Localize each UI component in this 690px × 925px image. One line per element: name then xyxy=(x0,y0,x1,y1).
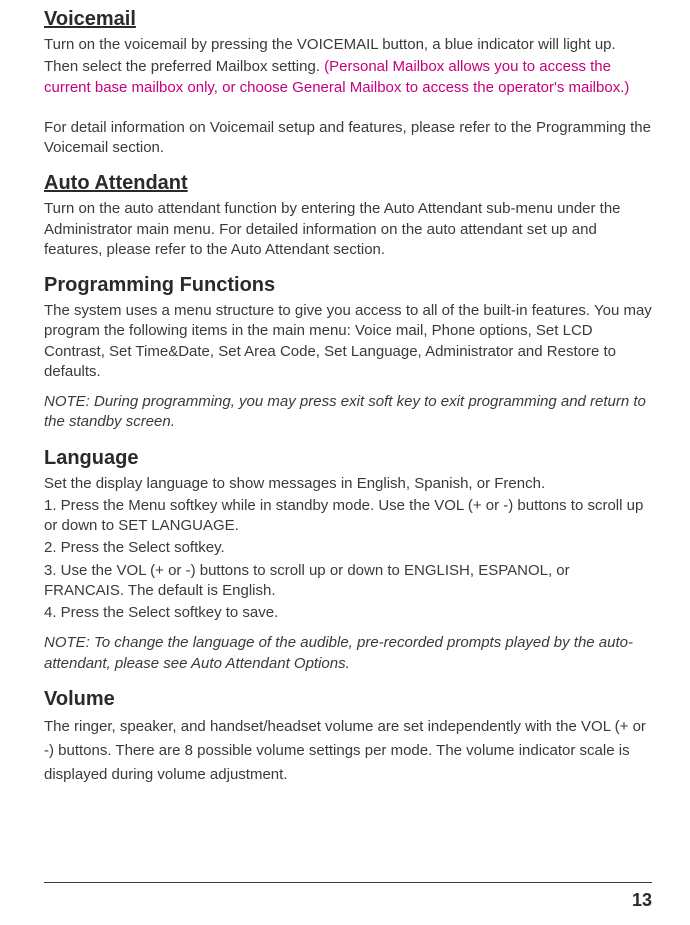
heading-voicemail: Voicemail xyxy=(44,8,652,31)
heading-language: Language xyxy=(44,447,652,470)
heading-programming-functions: Programming Functions xyxy=(44,274,652,297)
auto-attendant-p1: Turn on the auto attendant function by e… xyxy=(44,199,652,260)
language-p1: Set the display language to show message… xyxy=(44,474,652,494)
language-step2: 2. Press the Select softkey. xyxy=(44,538,652,558)
language-note: NOTE: To change the language of the audi… xyxy=(44,633,652,674)
heading-auto-attendant: Auto Attendant xyxy=(44,172,652,195)
programming-note: NOTE: During programming, you may press … xyxy=(44,392,652,433)
voicemail-p2: For detail information on Voicemail setu… xyxy=(44,118,652,159)
footer-divider xyxy=(44,882,652,883)
language-step4: 4. Press the Select softkey to save. xyxy=(44,603,652,623)
heading-volume: Volume xyxy=(44,688,652,711)
voicemail-p1b: Then select the preferred Mailbox settin… xyxy=(44,57,652,98)
voicemail-p1b-plain: Then select the preferred Mailbox settin… xyxy=(44,58,324,75)
language-step1: 1. Press the Menu softkey while in stand… xyxy=(44,496,652,537)
volume-p1: The ringer, speaker, and handset/headset… xyxy=(44,715,652,787)
voicemail-p1a: Turn on the voicemail by pressing the VO… xyxy=(44,35,652,55)
language-step3: 3. Use the VOL (+ or -) buttons to scrol… xyxy=(44,561,652,602)
programming-p1: The system uses a menu structure to give… xyxy=(44,301,652,382)
page-number: 13 xyxy=(632,890,652,911)
